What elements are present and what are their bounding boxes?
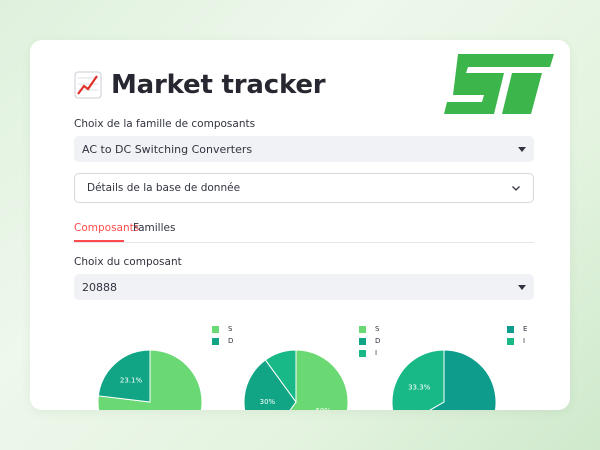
pie-slice-label: 23.1% xyxy=(120,377,143,385)
pie-slice-label: 33.3% xyxy=(408,384,431,392)
pie-charts: 23.1% 60% 30% 33.3% xyxy=(97,349,497,410)
pie-slice-label: 60% xyxy=(315,407,331,410)
pie-slice-label: 30% xyxy=(260,398,276,406)
pie-chart-1: 23.1% xyxy=(97,349,203,410)
pie-chart-2: 60% 30% xyxy=(243,349,349,410)
pie-slice[interactable] xyxy=(391,349,445,410)
pie-chart-3: 33.3% xyxy=(391,349,497,410)
app-card: Market tracker Choix de la famille de co… xyxy=(30,40,570,410)
